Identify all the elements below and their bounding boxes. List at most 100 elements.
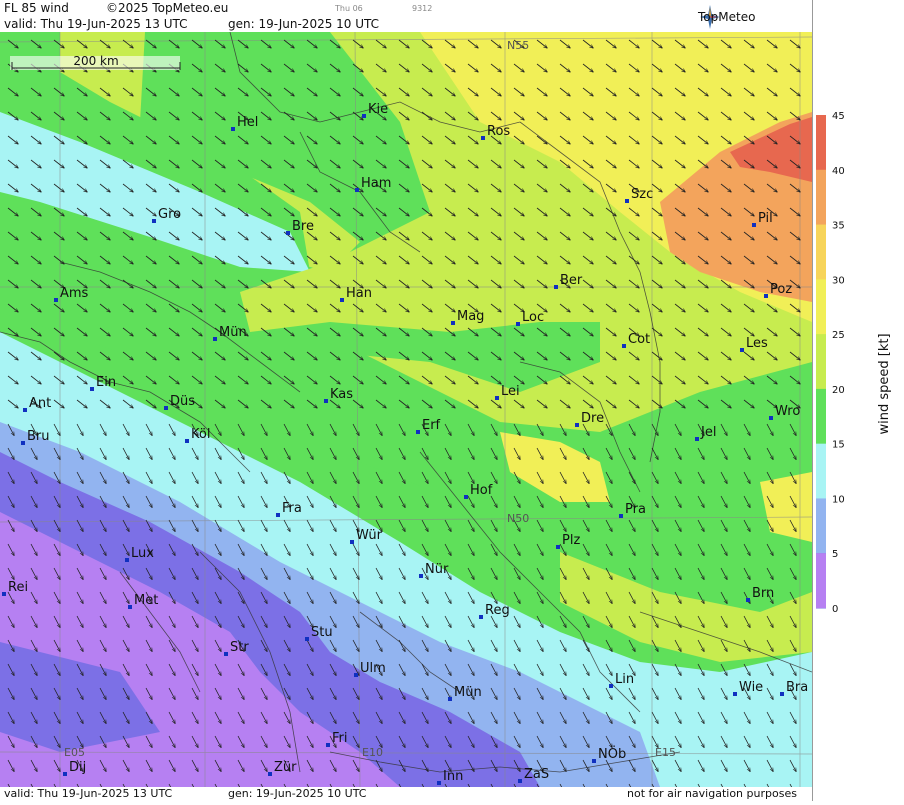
grid-label-n50: N50 (507, 512, 529, 525)
city-marker (419, 574, 423, 578)
wind-speed-bands (0, 32, 812, 787)
city-marker (575, 423, 579, 427)
wind-field-svg[interactable]: N55 N50 E05 E10 E15 200 km Hel Kie Ros Ham S… (0, 32, 812, 787)
legend-tick-label: 5 (832, 549, 838, 560)
city-label: Ham (361, 176, 391, 191)
city-label: Köl (191, 427, 210, 442)
city-marker (23, 408, 27, 412)
legend-tick-label: 0 (832, 604, 838, 615)
city-marker (305, 637, 309, 641)
city-marker (752, 223, 756, 227)
city-label: Mag (457, 309, 484, 324)
city-marker (286, 231, 290, 235)
city-label: Mün (219, 325, 247, 340)
footer-valid-time: valid: Thu 19-Jun-2025 13 UTC (4, 787, 173, 800)
wind-map[interactable]: N55 N50 E05 E10 E15 200 km Hel Kie Ros Ham S… (0, 32, 812, 787)
city-marker (324, 399, 328, 403)
legend-tick-label: 45 (832, 111, 845, 122)
legend-color-segment (816, 498, 826, 554)
legend-title: wind speed [kt] (877, 333, 892, 434)
city-label: NÖb (598, 745, 626, 762)
city-marker (268, 772, 272, 776)
city-label: Dre (581, 411, 604, 426)
city-label: ZaS (524, 767, 549, 782)
grid-label-e10: E10 (362, 746, 383, 759)
city-label: Plz (562, 533, 580, 548)
city-label: Ros (487, 124, 510, 139)
code-indicator: 9312 (412, 4, 433, 13)
city-marker (592, 759, 596, 763)
city-marker (609, 684, 613, 688)
city-marker (125, 558, 129, 562)
city-marker (769, 416, 773, 420)
city-marker (224, 652, 228, 656)
city-ham: Ham (355, 176, 391, 192)
city-marker (437, 781, 441, 785)
legend-color-segment (816, 169, 826, 226)
city-label: Rei (8, 580, 28, 595)
city-label: Fri (332, 731, 348, 746)
city-marker (2, 592, 6, 596)
city-label: Reg (485, 603, 510, 618)
legend-tick-label: 10 (832, 494, 845, 505)
legend-tick-label: 20 (832, 385, 845, 396)
legend-tick-label: 15 (832, 440, 845, 451)
legend-color-segment (816, 334, 826, 390)
city-label: Jel (700, 425, 716, 440)
city-marker (619, 514, 623, 518)
logo-text: TopMeteo (698, 10, 756, 24)
city-label: Zür (274, 760, 297, 775)
city-label: Met (134, 593, 158, 608)
city-marker (90, 387, 94, 391)
city-label: Poz (770, 282, 792, 297)
city-marker (213, 337, 217, 341)
city-marker (354, 673, 358, 677)
city-marker (516, 322, 520, 326)
city-marker (54, 298, 58, 302)
footer-bar: valid: Thu 19-Jun-2025 13 UTC gen: 19-Ju… (0, 787, 812, 801)
wind-speed-legend: 45 40 35 30 25 20 15 10 5 0 wind speed [kt] (812, 0, 904, 801)
city-label: Ant (29, 396, 51, 411)
legend-tick-label: 40 (832, 166, 845, 177)
city-label: Lin (615, 672, 634, 687)
legend-color-segment (816, 388, 826, 445)
city-label: Cot (628, 332, 650, 347)
legend-color-segment (816, 224, 826, 280)
city-label: Les (746, 336, 768, 351)
grid-label-n55: N55 (507, 39, 529, 52)
city-marker (448, 697, 452, 701)
legend-tick-label: 30 (832, 275, 845, 286)
day-indicator: Thu 06 (335, 4, 363, 13)
city-label: Bra (786, 680, 808, 695)
legend-color-segment (816, 443, 826, 499)
city-label: Szc (631, 187, 653, 202)
legend-color-segment (816, 279, 826, 335)
city-ams: Ams (54, 286, 89, 302)
topmeteo-logo: TopMeteo (698, 4, 755, 30)
header-bar: FL 85 wind ©2025 TopMeteo.eu Thu 06 9312… (0, 0, 812, 32)
city-marker (746, 598, 750, 602)
scale-bar-label: 200 km (73, 54, 118, 68)
city-marker (185, 439, 189, 443)
footer-disclaimer: not for air navigation purposes (627, 787, 797, 800)
city-marker (231, 127, 235, 131)
city-label: Hof (470, 483, 493, 498)
city-marker (164, 406, 168, 410)
city-label: Düs (170, 394, 195, 409)
legend-color-segment (816, 115, 826, 171)
city-marker (152, 219, 156, 223)
city-label: Stu (311, 625, 333, 640)
city-marker (340, 298, 344, 302)
city-marker (481, 136, 485, 140)
city-marker (622, 344, 626, 348)
city-mag: Mag (451, 309, 484, 325)
city-label: Wür (356, 528, 383, 543)
city-marker (21, 441, 25, 445)
city-label: Lei (501, 384, 520, 399)
city-marker (355, 188, 359, 192)
city-label: Ams (60, 286, 89, 301)
city-label: Fra (282, 501, 302, 516)
city-marker (63, 772, 67, 776)
city-label: Ulm (360, 661, 386, 676)
city-label: Lux (131, 546, 154, 561)
